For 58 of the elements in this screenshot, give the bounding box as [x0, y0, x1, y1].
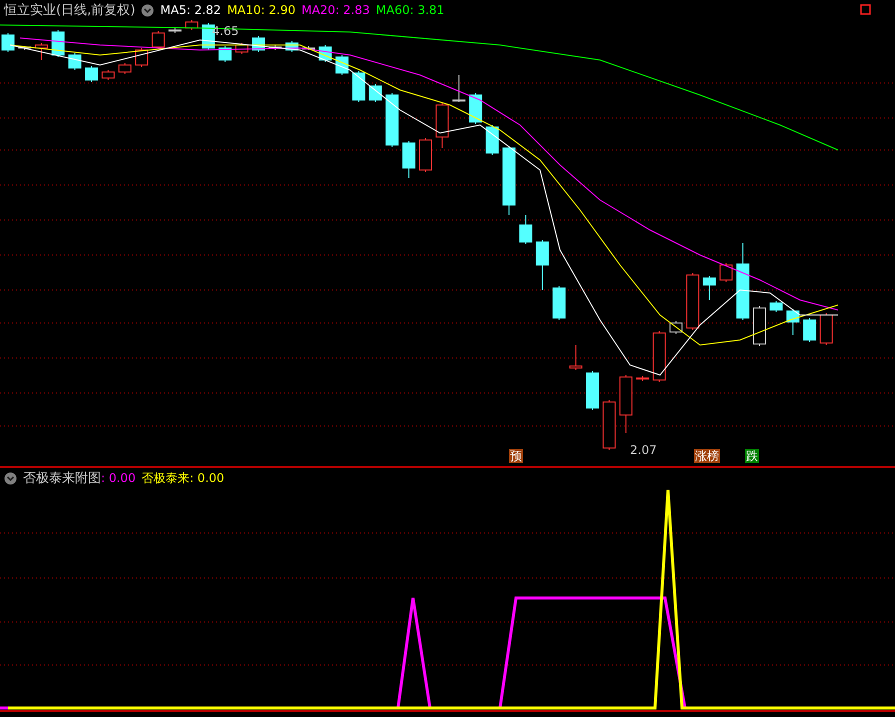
candlestick	[502, 146, 516, 216]
candlestick	[218, 46, 232, 62]
candlestick	[770, 300, 783, 312]
candlestick	[536, 240, 549, 290]
candlestick	[436, 102, 449, 148]
candlestick	[803, 318, 816, 342]
ma-reading: MA20: 2.83	[301, 3, 370, 17]
candlestick	[636, 376, 650, 382]
candlestick	[452, 74, 466, 102]
low-price-label: 2.07	[630, 443, 657, 457]
candlestick	[118, 62, 132, 74]
collapse-icon[interactable]	[141, 4, 154, 16]
candlestick	[168, 28, 182, 34]
candlestick	[569, 344, 582, 370]
candlestick	[34, 42, 48, 60]
candlestick	[386, 92, 399, 148]
candlestick	[52, 30, 65, 58]
candlestick	[18, 46, 32, 50]
candlestick	[552, 286, 566, 320]
ma-reading: MA5: 2.82	[160, 3, 222, 17]
candlestick	[786, 308, 800, 336]
candlestick	[102, 70, 115, 80]
collapse-icon[interactable]	[4, 472, 17, 484]
candlestick	[602, 400, 616, 450]
candlestick	[519, 214, 532, 244]
candlestick	[702, 276, 716, 300]
ma-reading: MA60: 3.81	[376, 3, 444, 17]
signal-tag: 预	[509, 449, 523, 463]
candlestick	[368, 84, 382, 102]
candlestick	[686, 272, 700, 330]
candlestick	[586, 370, 599, 410]
candlestick	[619, 374, 632, 434]
candlestick	[2, 32, 14, 52]
ma-reading: MA10: 2.90	[227, 3, 296, 17]
candlestick	[85, 66, 98, 82]
candlestick	[753, 306, 766, 346]
candlestick	[402, 140, 416, 178]
signal-tag: 跌	[745, 449, 759, 463]
square-icon[interactable]	[860, 4, 871, 15]
chart-title: 恒立实业(日线,前复权)	[4, 2, 136, 19]
candlestick	[486, 124, 499, 156]
indicator-reading: 否极泰来: 0.00	[142, 470, 224, 486]
candlestick	[68, 52, 82, 70]
candlestick	[235, 42, 248, 54]
candlestick	[302, 46, 316, 50]
indicator-reading: : 0.00	[101, 471, 136, 485]
candlestick	[652, 330, 666, 382]
candlestick	[352, 70, 366, 102]
indicator-title: 否极泰来附图	[23, 470, 101, 487]
candlestick	[152, 30, 165, 50]
candlestick	[185, 20, 198, 30]
candlestick	[720, 262, 733, 282]
candlestick	[285, 40, 298, 52]
signal-tag: 涨榜	[694, 449, 720, 463]
candlestick	[469, 92, 482, 124]
candlestick	[419, 138, 432, 172]
candlestick	[820, 312, 833, 346]
candlestick	[268, 44, 282, 50]
